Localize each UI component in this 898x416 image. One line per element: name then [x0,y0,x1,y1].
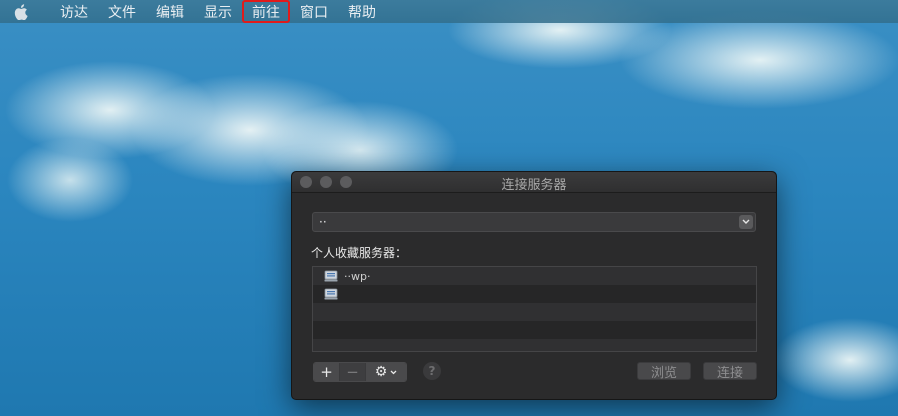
menu-edit[interactable]: 编辑 [146,0,194,23]
list-row-empty [313,321,756,339]
favorite-servers-list[interactable]: ··wp· [312,266,757,352]
list-item[interactable] [313,285,756,303]
dialog-title: 连接服务器 [501,178,567,193]
menu-view[interactable]: 显示 [194,0,242,23]
chevron-down-icon [742,219,750,224]
menu-go[interactable]: 前往 [242,0,290,23]
server-address-field[interactable]: ·· [312,212,756,232]
chevron-down-icon [390,370,397,374]
menu-file[interactable]: 文件 [98,0,146,23]
favorite-server-name: ··wp· [344,269,371,283]
connect-button[interactable]: 连接 [703,362,757,381]
server-icon [324,270,338,282]
menu-bar: 访达 文件 编辑 显示 前往 窗口 帮助 [0,0,898,23]
dialog-titlebar: 连接服务器 [292,172,776,193]
favorites-label: 个人收藏服务器： [311,246,408,260]
menu-finder[interactable]: 访达 [50,0,98,23]
remove-favorite-button[interactable]: − [340,363,366,381]
menu-window[interactable]: 窗口 [290,0,338,23]
action-menu-button[interactable]: ⚙ [366,363,406,381]
help-button[interactable]: ? [423,362,441,380]
recent-servers-dropdown-button[interactable] [739,215,753,229]
list-item[interactable]: ··wp· [313,267,756,285]
add-favorite-button[interactable]: + [314,363,340,381]
browse-button[interactable]: 浏览 [637,362,691,381]
list-row-empty [313,339,756,351]
connect-to-server-dialog: 连接服务器 ·· 个人收藏服务器： ··wp· + − ⚙ ? 浏览 连接 [291,171,777,400]
menu-help[interactable]: 帮助 [338,0,386,23]
gear-icon: ⚙ [374,364,388,380]
list-row-empty [313,303,756,321]
favorites-toolbar: + − ⚙ [313,362,407,382]
server-icon [324,288,338,300]
apple-icon[interactable] [14,3,30,21]
server-address-value: ·· [319,215,327,229]
